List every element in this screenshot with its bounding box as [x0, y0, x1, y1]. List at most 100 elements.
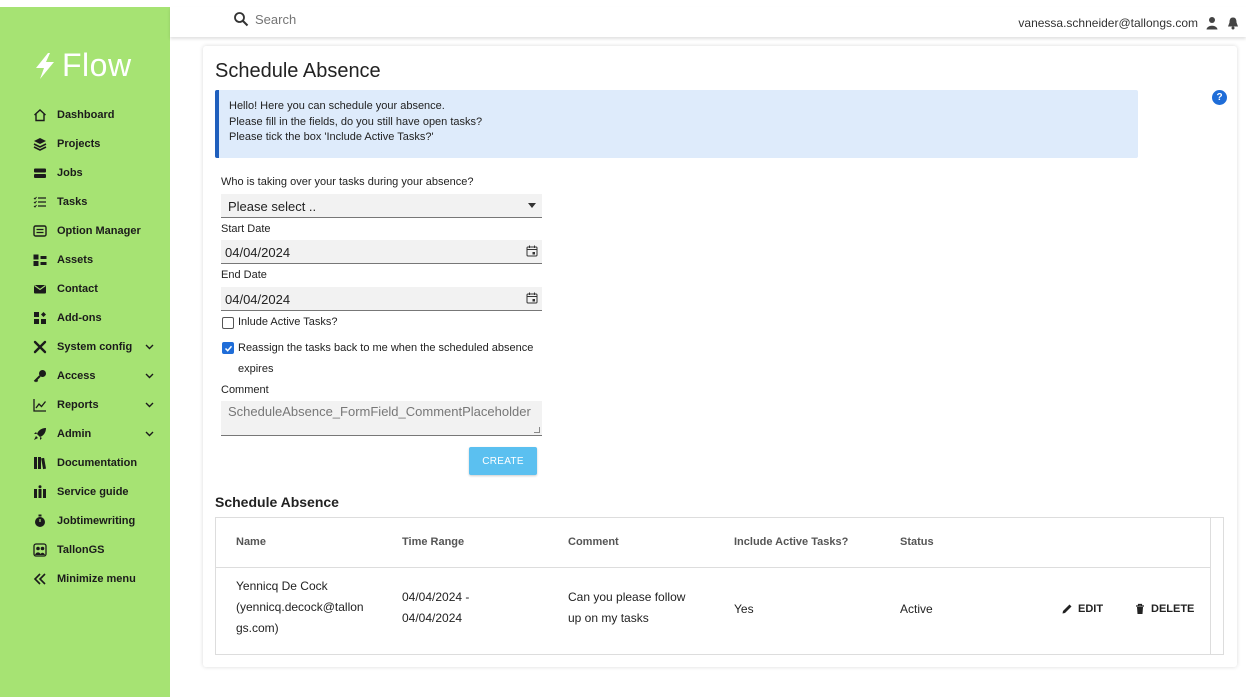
header-comment[interactable]: Comment — [568, 536, 619, 548]
sidebar-item-label: Reports — [57, 398, 99, 411]
list-icon — [33, 224, 47, 238]
include-active-row[interactable]: Inlude Active Tasks? — [222, 316, 337, 329]
help-icon[interactable]: ? — [1212, 90, 1227, 105]
sidebar-item-assets[interactable]: Assets — [0, 245, 170, 274]
sidebar-nav: Dashboard Projects Jobs Tasks Option Man… — [0, 100, 170, 593]
chevron-down-icon[interactable] — [145, 342, 154, 351]
delete-button[interactable]: DELETE — [1134, 603, 1194, 615]
sidebar-item-dashboard[interactable]: Dashboard — [0, 100, 170, 129]
absence-table: Name Time Range Comment Include Active T… — [215, 517, 1224, 655]
rocket-icon — [33, 427, 47, 441]
logo-text: Flow — [62, 47, 132, 83]
sidebar-item-documentation[interactable]: Documentation — [0, 448, 170, 477]
sidebar-item-service-guide[interactable]: Service guide — [0, 477, 170, 506]
end-date-value: 04/04/2024 — [225, 292, 291, 307]
header-name[interactable]: Name — [236, 536, 266, 548]
reassign-label-line: Reassign the tasks back to me when the s… — [238, 342, 534, 354]
search-input[interactable] — [255, 11, 455, 27]
header-status[interactable]: Status — [900, 536, 934, 548]
mail-icon — [33, 282, 47, 296]
sidebar-item-system-config[interactable]: System config — [0, 332, 170, 361]
sidebar-item-label: Documentation — [57, 456, 138, 469]
home-icon — [33, 108, 47, 122]
layers-icon — [33, 137, 47, 151]
dropdown-arrow-icon — [528, 203, 536, 208]
top-bar: vanessa.schneider@tallongs.com — [170, 7, 1246, 37]
sidebar-item-add-ons[interactable]: Add-ons — [0, 303, 170, 332]
takeover-value: Please select .. — [228, 199, 317, 214]
sidebar-item-label: Contact — [57, 282, 98, 295]
table-header: Name Time Range Comment Include Active T… — [216, 518, 1210, 568]
sidebar-item-label: Jobs — [57, 166, 83, 179]
sidebar-item-label: Minimize menu — [57, 572, 136, 585]
chevron-down-icon[interactable] — [145, 400, 154, 409]
reassign-label: Reassign the tasks back to me when the s… — [238, 338, 533, 380]
sidebar-item-minimize-menu[interactable]: Minimize menu — [0, 564, 170, 593]
cell-line: Yennicq De Cock — [236, 579, 328, 593]
start-date-field[interactable]: 04/04/2024 — [221, 240, 542, 264]
pencil-icon — [1062, 604, 1072, 614]
sidebar-item-tasks[interactable]: Tasks — [0, 187, 170, 216]
header-time-range[interactable]: Time Range — [402, 536, 464, 548]
comment-placeholder: ScheduleAbsence_FormField_CommentPlaceho… — [228, 404, 531, 419]
sidebar-item-label: Service guide — [57, 485, 129, 498]
stopwatch-icon — [33, 514, 47, 528]
people-icon — [33, 542, 47, 557]
comment-textarea[interactable]: ScheduleAbsence_FormField_CommentPlaceho… — [221, 401, 542, 436]
sidebar-item-jobs[interactable]: Jobs — [0, 158, 170, 187]
sidebar-item-contact[interactable]: Contact — [0, 274, 170, 303]
cell-line: up on my tasks — [568, 611, 649, 625]
sidebar-item-admin[interactable]: Admin — [0, 419, 170, 448]
trash-icon — [1136, 603, 1144, 614]
include-active-checkbox[interactable] — [222, 317, 234, 329]
header-include-active[interactable]: Include Active Tasks? — [734, 536, 848, 548]
cell-comment: Can you please follow up on my tasks — [568, 587, 685, 629]
logo[interactable]: Flow — [32, 47, 132, 84]
bell-icon[interactable] — [1226, 16, 1240, 30]
cell-name: Yennicq De Cock (yennicq.decock@tallon g… — [236, 576, 364, 639]
search-icon[interactable] — [233, 11, 249, 27]
calendar-icon[interactable] — [526, 245, 538, 257]
cell-include-active: Yes — [734, 602, 754, 616]
tools-icon — [33, 340, 47, 354]
cell-line: gs.com) — [236, 621, 279, 635]
search — [233, 11, 455, 27]
start-date-value: 04/04/2024 — [225, 245, 291, 260]
assets-icon — [33, 253, 47, 267]
sidebar-item-jobtimewriting[interactable]: Jobtimewriting — [0, 506, 170, 535]
chevron-down-icon[interactable] — [145, 429, 154, 438]
create-button[interactable]: CREATE — [469, 447, 537, 475]
sidebar-item-option-manager[interactable]: Option Manager — [0, 216, 170, 245]
table-title: Schedule Absence — [215, 494, 339, 510]
end-date-field[interactable]: 04/04/2024 — [221, 287, 542, 311]
main-card: Schedule Absence ? Hello! Here you can s… — [203, 46, 1237, 667]
sidebar-item-access[interactable]: Access — [0, 361, 170, 390]
key-icon — [33, 369, 47, 383]
user-email: vanessa.schneider@tallongs.com — [1018, 16, 1198, 30]
page-title: Schedule Absence — [215, 60, 381, 82]
cell-line: 04/04/2024 - — [402, 590, 470, 604]
user-icon[interactable] — [1205, 16, 1219, 30]
reassign-row[interactable]: Reassign the tasks back to me when the s… — [222, 338, 533, 380]
sidebar-item-tallongs[interactable]: TallonGS — [0, 535, 170, 564]
start-date-label: Start Date — [221, 223, 271, 235]
chevron-down-icon[interactable] — [145, 371, 154, 380]
sidebar-item-projects[interactable]: Projects — [0, 129, 170, 158]
jobs-icon — [33, 166, 47, 180]
takeover-label: Who is taking over your tasks during you… — [221, 176, 474, 188]
checklist-icon — [33, 195, 47, 209]
calendar-icon[interactable] — [526, 292, 538, 304]
sidebar-item-label: Admin — [57, 427, 92, 440]
takeover-select[interactable]: Please select .. — [221, 194, 542, 218]
checkmark-icon — [224, 345, 232, 352]
edit-button[interactable]: EDIT — [1061, 603, 1103, 615]
books-icon — [33, 456, 47, 470]
info-box: Hello! Here you can schedule your absenc… — [215, 90, 1138, 158]
cell-time-range: 04/04/2024 - 04/04/2024 — [402, 587, 469, 629]
resize-handle-icon[interactable] — [534, 427, 540, 433]
reassign-checkbox[interactable] — [222, 342, 234, 354]
puzzle-icon — [33, 311, 47, 325]
sidebar-item-reports[interactable]: Reports — [0, 390, 170, 419]
guide-icon — [33, 484, 47, 499]
sidebar-item-label: TallonGS — [57, 543, 105, 556]
